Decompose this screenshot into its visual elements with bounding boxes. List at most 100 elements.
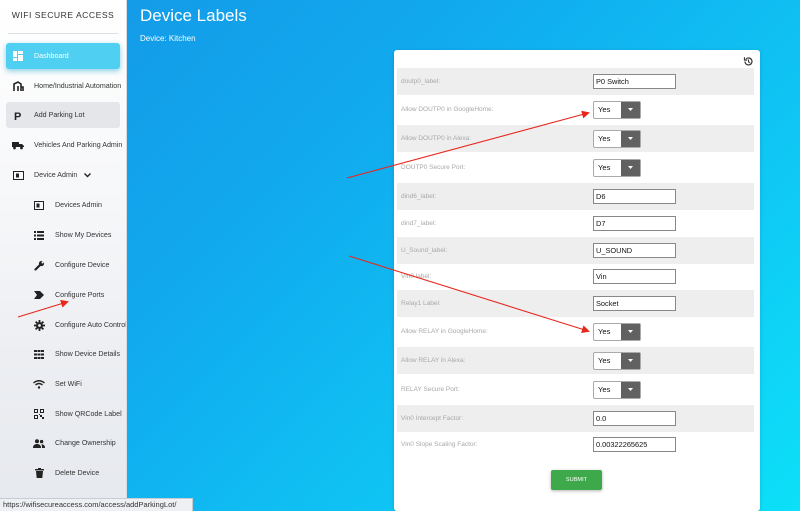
wrench-icon: [33, 259, 45, 271]
trash-icon: [33, 467, 45, 479]
automation-icon: [12, 80, 24, 92]
field-label: dind6_label:: [401, 193, 437, 200]
brand-title: WIFI SECURE ACCESS: [11, 10, 115, 20]
sidebar-item-label: Configure Device: [55, 261, 110, 269]
form-row-dind7-label: dind7_label: D7: [397, 210, 754, 237]
form-row-relay-secure-port: RELAY Secure Port: Yes: [397, 376, 754, 403]
field-label: Allow DOUTP0 in GoogleHome:: [401, 106, 494, 113]
page-title: Device Labels: [140, 6, 247, 25]
vin0-label-input[interactable]: Vin: [593, 269, 676, 284]
chevron-down-icon[interactable]: [84, 172, 92, 178]
dashboard-icon: [12, 50, 24, 62]
u-sound-label-input[interactable]: U_SOUND: [593, 243, 676, 258]
caret-down-icon: [621, 101, 640, 118]
select-value: Yes: [598, 162, 611, 172]
device-icon: [12, 169, 24, 181]
select-value: Yes: [598, 384, 611, 394]
caret-down-icon: [621, 159, 640, 176]
field-label: dind7_label:: [401, 220, 437, 227]
form-row-u-sound-label: U_Sound_label: U_SOUND: [397, 237, 754, 264]
sidebar-item-set-wifi[interactable]: Set WiFi: [6, 371, 120, 397]
relay-secure-port-select[interactable]: Yes: [593, 380, 641, 399]
sidebar-item-label: Device Admin: [34, 171, 78, 179]
label-arrow-icon: [33, 289, 45, 301]
sidebar-item-devices-admin[interactable]: Devices Admin: [6, 192, 120, 218]
form-row-relay1-label: Relay1 Label: Socket: [397, 290, 754, 317]
vin0-slope-input[interactable]: 0.00322265625: [593, 437, 676, 452]
field-label: doutp0_label:: [401, 78, 441, 85]
form-row-allow-doutp0-alexa: Allow DOUTP0 in Alexa: Yes: [397, 125, 754, 152]
form-row-doutp0-label: doutp0_label: P0 Switch: [397, 68, 754, 95]
svg-text:P: P: [14, 111, 21, 121]
sidebar-item-configure-ports[interactable]: Configure Ports: [6, 282, 120, 308]
sidebar-item-dashboard[interactable]: Dashboard: [6, 43, 120, 69]
sidebar-item-label: Vehicles And Parking Admin: [34, 141, 123, 149]
sidebar-item-label: Dashboard: [34, 52, 69, 60]
field-label: Allow DOUTP0 in Alexa:: [401, 135, 472, 142]
select-value: Yes: [598, 355, 611, 365]
form-row-dind6-label: dind6_label: D6: [397, 183, 754, 210]
form-row-vin0-intercept: Vin0 Intercept Factor: 0.0: [397, 405, 754, 432]
status-url-bar: https://wifisecureaccess.com/access/addP…: [0, 498, 193, 511]
sidebar-item-home-automation[interactable]: Home/Industrial Automation: [6, 73, 122, 99]
gear-icon: [33, 319, 45, 331]
sidebar-item-show-device-details[interactable]: Show Device Details: [6, 341, 120, 367]
field-label: RELAY Secure Port:: [401, 386, 460, 393]
sidebar-item-show-my-devices[interactable]: Show My Devices: [6, 222, 120, 248]
field-label: Vin0 Slope Scaling Factor:: [401, 441, 478, 448]
form-row-doutp0-secure-port: DOUTP0 Secure Port: Yes: [397, 154, 754, 181]
allow-relay-alexa-select[interactable]: Yes: [593, 351, 641, 370]
sidebar-item-label: Configure Auto Controls: [55, 321, 127, 329]
dind6-label-input[interactable]: D6: [593, 189, 676, 204]
vin0-intercept-input[interactable]: 0.0: [593, 411, 676, 426]
sidebar-item-configure-device[interactable]: Configure Device: [6, 252, 120, 278]
wifi-icon: [33, 378, 45, 390]
divider: [8, 33, 118, 34]
vehicle-icon: [12, 139, 24, 151]
form-row-allow-doutp0-googlehome: Allow DOUTP0 in GoogleHome: Yes: [397, 96, 754, 123]
sidebar-item-configure-auto-controls[interactable]: Configure Auto Controls: [6, 312, 126, 338]
dind7-label-input[interactable]: D7: [593, 216, 676, 231]
sidebar: WIFI SECURE ACCESS Dashboard Home/Indust…: [0, 0, 127, 511]
allow-doutp0-googlehome-select[interactable]: Yes: [593, 100, 641, 119]
sidebar-item-show-qrcode-label[interactable]: Show QRCode Label: [6, 401, 122, 427]
field-label: Allow RELAY in GoogleHome:: [401, 328, 488, 335]
sidebar-item-label: Delete Device: [55, 469, 100, 477]
select-value: Yes: [598, 104, 611, 114]
list-icon: [33, 229, 45, 241]
sidebar-item-label: Set WiFi: [55, 380, 82, 388]
submit-button[interactable]: SUBMIT: [551, 470, 602, 490]
doutp0-secure-port-select[interactable]: Yes: [593, 158, 641, 177]
select-value: Yes: [598, 326, 611, 336]
form-row-vin0-label: Vin0 label: Vin: [397, 263, 754, 290]
caret-down-icon: [621, 381, 640, 398]
field-label: Vin0 Intercept Factor:: [401, 415, 464, 422]
caret-down-icon: [621, 352, 640, 369]
field-label: Relay1 Label:: [401, 300, 441, 307]
grid-icon: [33, 348, 45, 360]
allow-doutp0-alexa-select[interactable]: Yes: [593, 129, 641, 148]
form-row-allow-relay-alexa: Allow RELAY in Alexa: Yes: [397, 347, 754, 374]
sidebar-item-label: Home/Industrial Automation: [34, 82, 122, 90]
relay1-label-input[interactable]: Socket: [593, 296, 676, 311]
sidebar-item-device-admin[interactable]: Device Admin: [6, 162, 120, 188]
allow-relay-googlehome-select[interactable]: Yes: [593, 322, 641, 341]
sidebar-item-label: Show Device Details: [55, 350, 121, 358]
sidebar-item-add-parking-lot[interactable]: P Add Parking Lot: [6, 102, 120, 128]
select-value: Yes: [598, 133, 611, 143]
sidebar-item-label: Devices Admin: [55, 201, 102, 209]
qrcode-icon: [33, 408, 45, 420]
caret-down-icon: [621, 130, 640, 147]
sidebar-item-label: Configure Ports: [55, 291, 105, 299]
sidebar-item-delete-device[interactable]: Delete Device: [6, 460, 120, 486]
device-card-icon: [33, 199, 45, 211]
sidebar-item-label: Show My Devices: [55, 231, 112, 239]
sidebar-item-change-ownership[interactable]: Change Ownership: [6, 430, 120, 456]
doutp0-label-input[interactable]: P0 Switch: [593, 74, 676, 89]
field-label: DOUTP0 Secure Port:: [401, 164, 466, 171]
field-label: Allow RELAY in Alexa:: [401, 357, 466, 364]
field-label: U_Sound_label:: [401, 247, 448, 254]
refresh-icon[interactable]: [743, 54, 754, 66]
sidebar-item-vehicles[interactable]: Vehicles And Parking Admin: [6, 132, 123, 158]
sidebar-item-label: Add Parking Lot: [34, 111, 85, 119]
